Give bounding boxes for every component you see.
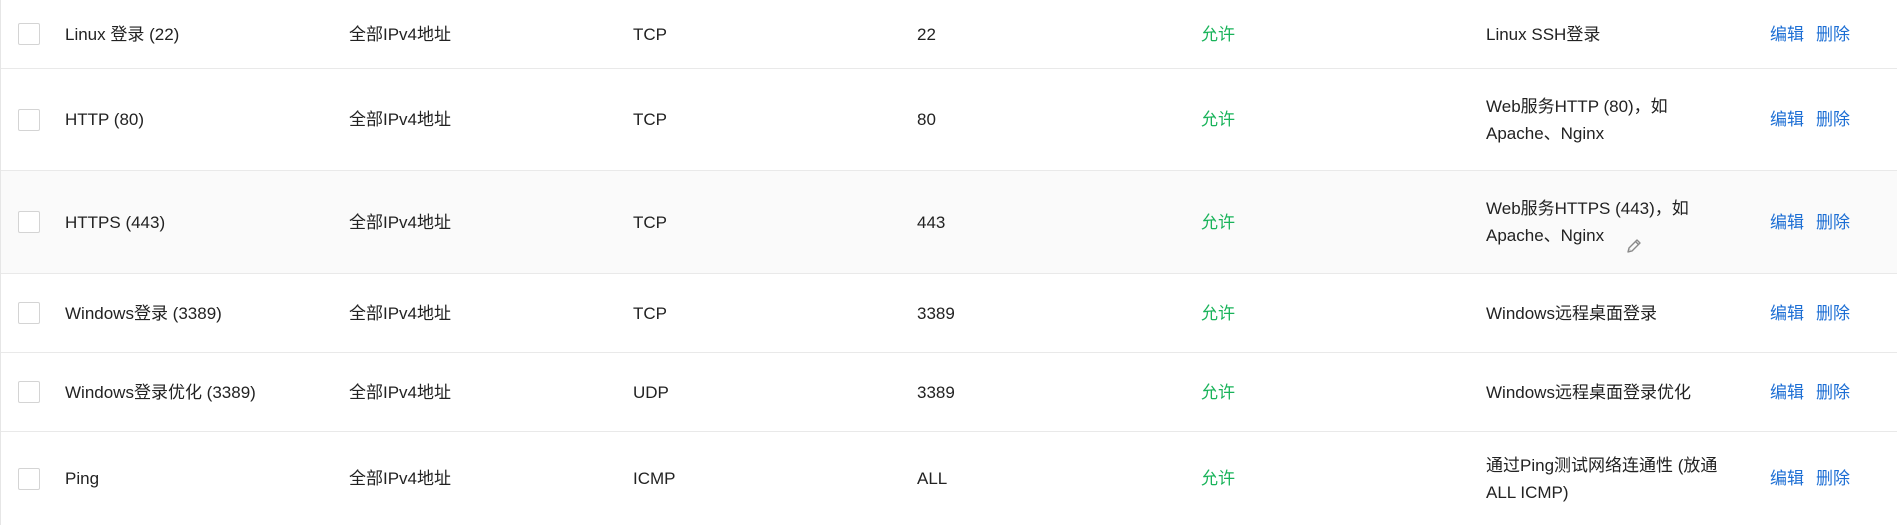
rule-name: Linux 登录 (22) — [65, 24, 180, 44]
edit-button[interactable]: 编辑 — [1770, 21, 1804, 48]
security-group-rules-table: Linux 登录 (22) 全部IPv4地址 TCP 22 允许 Linux S… — [0, 0, 1897, 525]
row-checkbox[interactable] — [18, 211, 40, 233]
rule-remark: Windows远程桌面登录优化 — [1486, 382, 1691, 402]
rule-policy: 允许 — [1201, 212, 1235, 232]
pencil-icon[interactable] — [1624, 236, 1644, 256]
table-row: Ping 全部IPv4地址 ICMP ALL 允许 通过Ping测试网络连通性 … — [1, 432, 1897, 525]
rule-protocol: ICMP — [633, 469, 676, 488]
table-row: Linux 登录 (22) 全部IPv4地址 TCP 22 允许 Linux S… — [1, 0, 1897, 69]
delete-button[interactable]: 删除 — [1816, 379, 1850, 406]
rule-remark: Windows远程桌面登录 — [1486, 303, 1657, 323]
rule-name: Ping — [65, 469, 100, 488]
rule-name: HTTPS (443) — [65, 212, 166, 232]
table-row: HTTP (80) 全部IPv4地址 TCP 80 允许 Web服务HTTP (… — [1, 69, 1897, 171]
rule-source: 全部IPv4地址 — [349, 303, 452, 323]
rule-remark: Web服务HTTP (80)，如 Apache、Nginx — [1486, 96, 1668, 143]
delete-button[interactable]: 删除 — [1816, 21, 1850, 48]
rule-remark: 通过Ping测试网络连通性 (放通 ALL ICMP) — [1486, 455, 1718, 502]
rule-port: 443 — [917, 212, 946, 232]
rule-policy: 允许 — [1201, 303, 1235, 323]
rule-source: 全部IPv4地址 — [349, 382, 452, 402]
edit-button[interactable]: 编辑 — [1770, 379, 1804, 406]
rule-policy: 允许 — [1201, 469, 1235, 488]
table-row: Windows登录优化 (3389) 全部IPv4地址 UDP 3389 允许 … — [1, 353, 1897, 432]
edit-button[interactable]: 编辑 — [1770, 106, 1804, 133]
rule-policy: 允许 — [1201, 24, 1235, 44]
rule-protocol: TCP — [633, 24, 667, 44]
rule-source: 全部IPv4地址 — [349, 469, 452, 488]
table-row: Windows登录 (3389) 全部IPv4地址 TCP 3389 允许 Wi… — [1, 274, 1897, 353]
row-checkbox[interactable] — [18, 23, 40, 45]
rule-source: 全部IPv4地址 — [349, 212, 452, 232]
rule-protocol: TCP — [633, 212, 667, 232]
rule-remark: Linux SSH登录 — [1486, 24, 1601, 44]
rule-port: 80 — [917, 110, 936, 129]
rule-port: 3389 — [917, 382, 955, 402]
rule-source: 全部IPv4地址 — [349, 110, 452, 129]
rule-policy: 允许 — [1201, 382, 1235, 402]
row-checkbox[interactable] — [18, 108, 40, 131]
delete-button[interactable]: 删除 — [1816, 300, 1850, 327]
delete-button[interactable]: 删除 — [1816, 465, 1850, 492]
rule-source: 全部IPv4地址 — [349, 24, 452, 44]
edit-button[interactable]: 编辑 — [1770, 300, 1804, 327]
rule-port: ALL — [917, 469, 948, 488]
rule-protocol: UDP — [633, 382, 669, 402]
rule-name: HTTP (80) — [65, 110, 145, 129]
rule-policy: 允许 — [1201, 110, 1235, 129]
row-checkbox[interactable] — [18, 381, 40, 403]
rule-port: 22 — [917, 24, 936, 44]
edit-button[interactable]: 编辑 — [1770, 209, 1804, 236]
rule-protocol: TCP — [633, 303, 667, 323]
row-checkbox[interactable] — [18, 467, 40, 490]
table-row: HTTPS (443) 全部IPv4地址 TCP 443 允许 Web服务HTT… — [1, 171, 1897, 274]
edit-button[interactable]: 编辑 — [1770, 465, 1804, 492]
rule-port: 3389 — [917, 303, 955, 323]
rule-name: Windows登录优化 (3389) — [65, 382, 256, 402]
delete-button[interactable]: 删除 — [1816, 209, 1850, 236]
delete-button[interactable]: 删除 — [1816, 106, 1850, 133]
rule-remark: Web服务HTTPS (443)，如 Apache、Nginx — [1486, 199, 1689, 245]
rule-protocol: TCP — [633, 110, 667, 129]
rule-name: Windows登录 (3389) — [65, 303, 222, 323]
row-checkbox[interactable] — [18, 302, 40, 324]
